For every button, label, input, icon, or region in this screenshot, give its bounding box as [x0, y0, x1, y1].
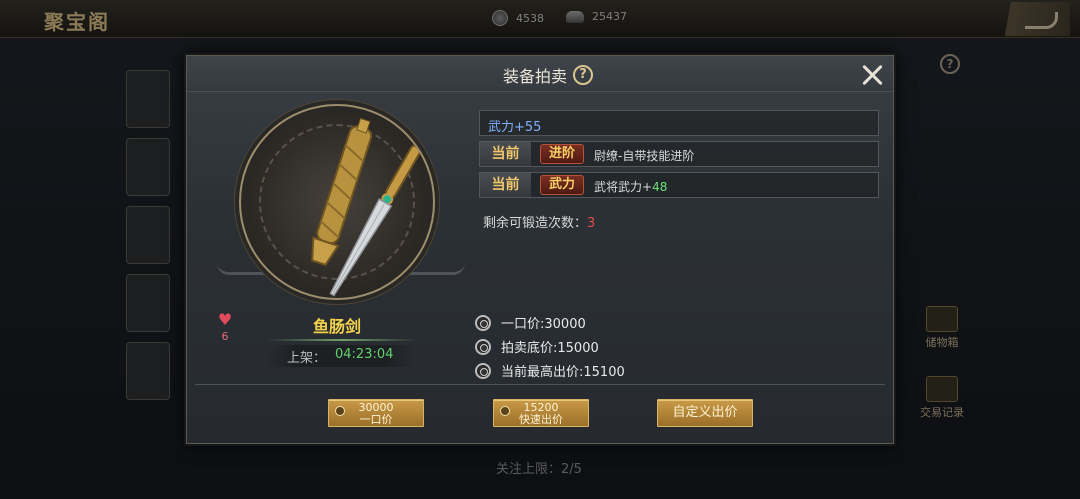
rail-button-2[interactable] — [126, 138, 170, 196]
forge-label: 剩余可锻造次数： — [483, 216, 588, 231]
help-icon[interactable]: ? — [573, 65, 594, 85]
force-tag: 武力 — [540, 175, 584, 195]
chest-icon — [926, 306, 958, 332]
background-help-icon[interactable]: ? — [940, 54, 960, 74]
buyout-button[interactable]: 30000 一口价 — [328, 399, 424, 427]
attribute-desc: 武将武力+ — [594, 180, 653, 194]
ledger-icon — [926, 376, 958, 402]
coin-icon — [500, 406, 510, 416]
rail-button-5[interactable] — [126, 342, 170, 400]
sword-icon — [311, 117, 422, 297]
trade-records-label: 交易记录 — [920, 406, 964, 419]
ingot-icon — [566, 10, 584, 23]
advance-tag: 进阶 — [540, 144, 584, 164]
custom-bid-button[interactable]: 自定义出价 — [657, 399, 753, 427]
footer-divider — [195, 384, 885, 385]
auction-dialog: 装备拍卖 ? ♥ 6 鱼肠剑 上架： 04:23:04 武力+55 当前 进阶 … — [186, 55, 894, 444]
dialog-title: 装备拍卖 — [503, 67, 568, 86]
dialog-header: 装备拍卖 ? — [187, 56, 893, 92]
main-stat-row: 武力+55 — [479, 110, 879, 136]
highest-bid: 当前最高出价:15100 — [475, 361, 625, 380]
rail-button-favorites[interactable] — [126, 274, 170, 332]
page-title: 聚宝阁 — [44, 10, 110, 34]
reserve-price-text: 拍卖底价:15000 — [501, 341, 599, 356]
current-tag: 当前 — [480, 142, 532, 166]
attribute-text: 武将武力+48 — [594, 178, 667, 195]
heart-icon: ♥ — [217, 310, 233, 329]
left-rail — [120, 60, 176, 420]
trade-records-tab[interactable]: 交易记录 — [912, 376, 972, 420]
favorite-toggle[interactable]: ♥ 6 — [217, 310, 233, 344]
attribute-row: 当前 武力 武将武力+48 — [479, 172, 879, 198]
favorite-count: 6 — [221, 330, 229, 343]
quick-bid-button[interactable]: 15200 快速出价 — [493, 399, 589, 427]
attribute-text: 尉缭-自带技能进阶 — [594, 147, 694, 164]
back-button[interactable] — [994, 2, 1070, 36]
forge-count: 3 — [587, 216, 596, 231]
coin-icon — [475, 338, 491, 355]
top-bar: 聚宝阁 4538 25437 — [0, 0, 1080, 38]
attribute-value: 48 — [652, 180, 668, 194]
main-stat-text: 武力+55 — [488, 120, 542, 135]
storage-tab[interactable]: 储物箱 — [912, 306, 972, 350]
buyout-price-text: 一口价:30000 — [501, 317, 586, 332]
buyout-price: 一口价:30000 — [475, 313, 586, 332]
highest-bid-text: 当前最高出价:15100 — [501, 365, 625, 380]
quick-bid-label: 快速出价 — [519, 413, 563, 426]
listing-countdown: 04:23:04 — [335, 347, 394, 362]
item-medallion — [239, 104, 435, 300]
dialog-title-wrap: 装备拍卖 ? — [503, 63, 594, 87]
attribute-row: 当前 进阶 尉缭-自带技能进阶 — [479, 141, 879, 167]
rail-button-1[interactable] — [126, 70, 170, 128]
buyout-button-label: 一口价 — [359, 413, 393, 426]
coin-icon — [475, 314, 491, 331]
forge-remaining: 剩余可锻造次数：3 — [483, 212, 595, 231]
copper-amount: 4538 — [516, 11, 544, 25]
rail-button-3[interactable] — [126, 206, 170, 264]
silver-amount: 25437 — [592, 10, 627, 23]
item-name: 鱼肠剑 — [312, 317, 361, 336]
name-divider — [267, 339, 417, 341]
close-button[interactable] — [859, 62, 885, 88]
coin-icon — [335, 406, 345, 416]
coin-icon — [492, 10, 508, 26]
current-tag: 当前 — [480, 173, 532, 197]
coin-icon — [475, 362, 491, 379]
silver-currency: 25437 — [566, 10, 627, 23]
copper-currency: 4538 — [492, 10, 544, 26]
storage-tab-label: 储物箱 — [925, 336, 959, 349]
reserve-price: 拍卖底价:15000 — [475, 337, 599, 356]
follow-limit-text: 关注上限：2/5 — [496, 462, 582, 477]
attribute-desc: 尉缭-自带技能进阶 — [594, 149, 695, 163]
listing-label: 上架： — [287, 351, 327, 366]
